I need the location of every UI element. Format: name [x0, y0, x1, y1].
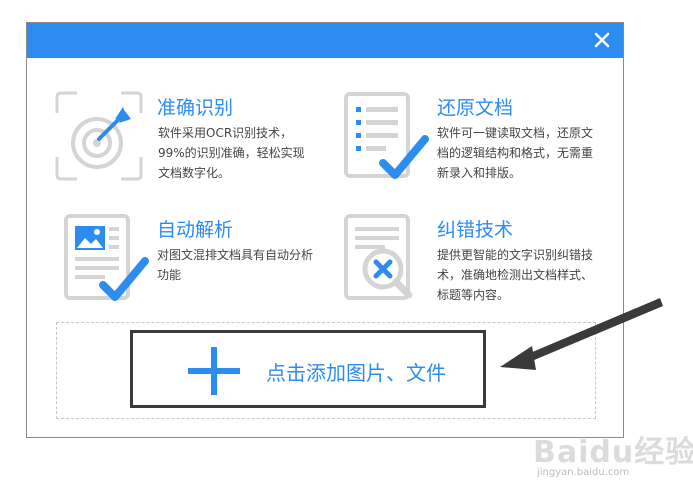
watermark-url: jingyan.baidu.com [537, 467, 630, 478]
screenshot-stage: 准确识别 软件采用OCR识别技术，99%的识别准确，轻松实现文档数字化。 还原文… [0, 0, 693, 491]
watermark-logo: Baidu经验 [533, 435, 693, 470]
annotation-arrow-icon [500, 298, 663, 370]
baidu-watermark: Baidu经验 jingyan.baidu.com [533, 425, 693, 485]
